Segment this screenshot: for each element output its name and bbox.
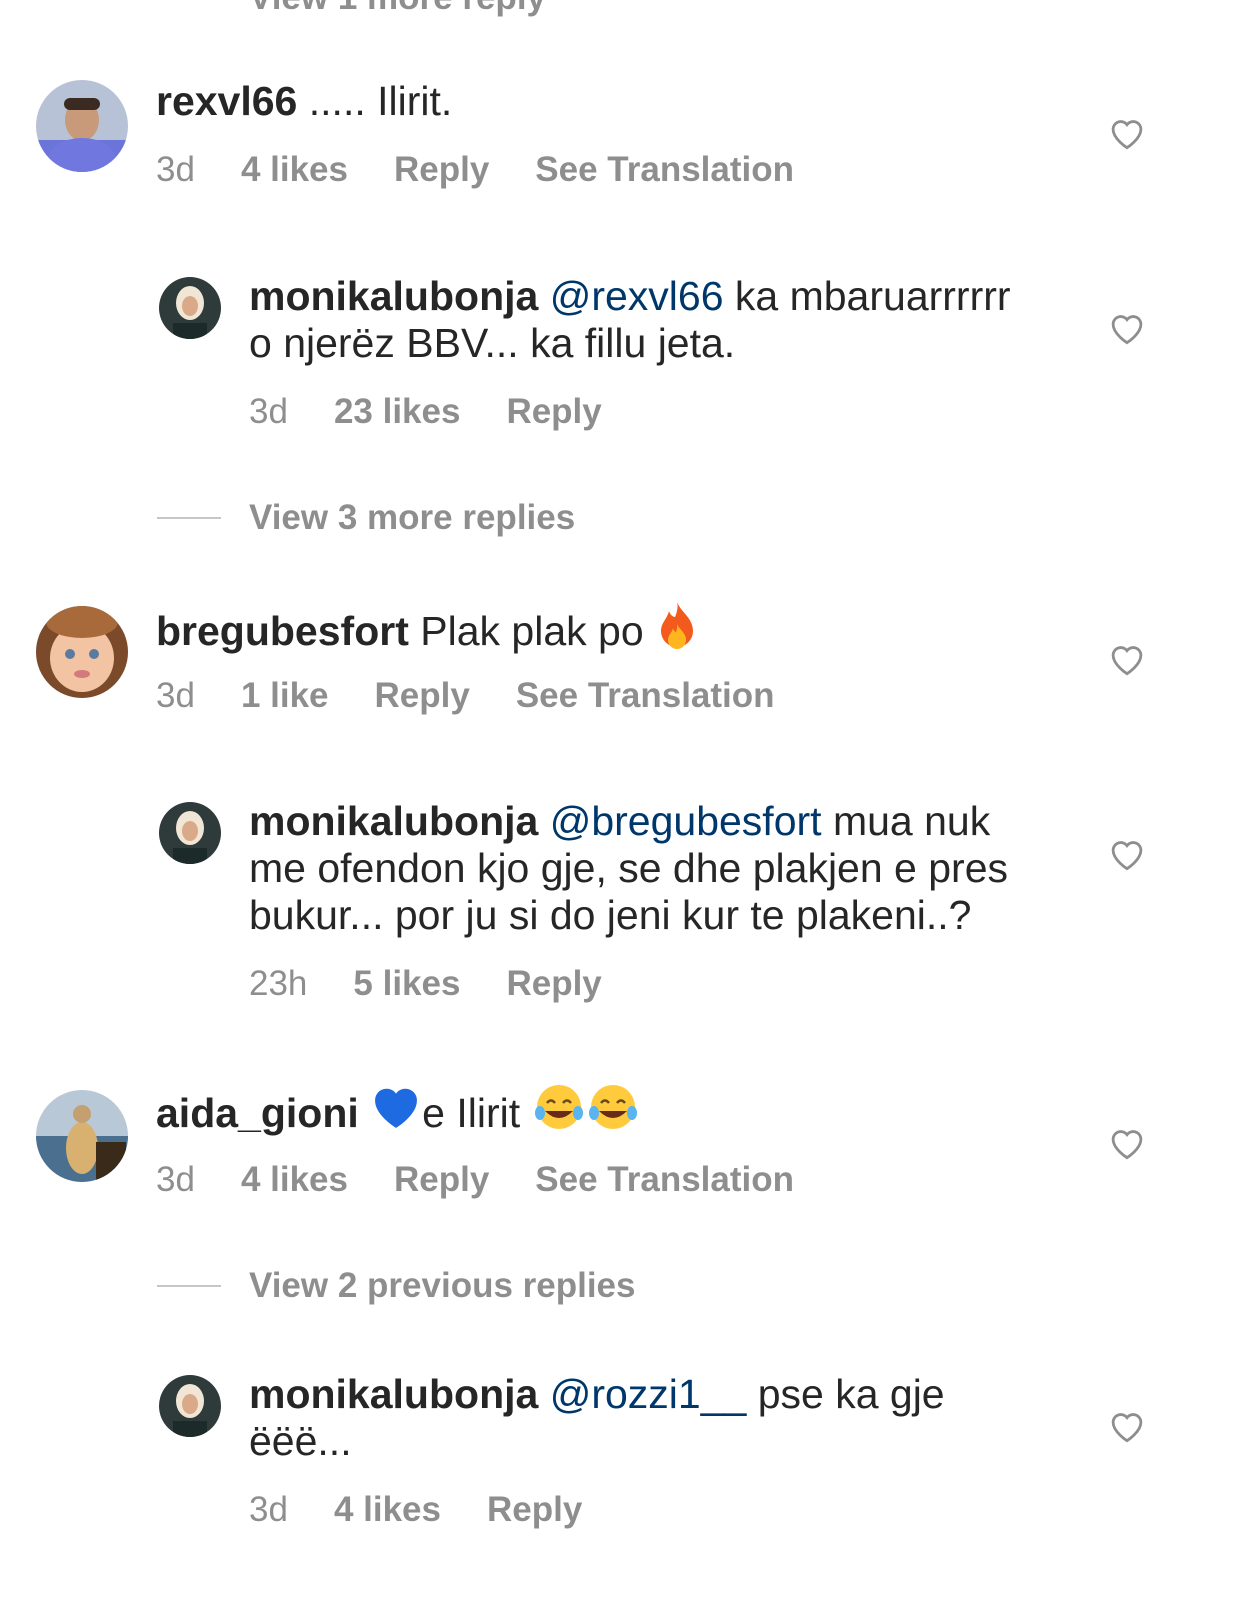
timestamp: 3d: [156, 1160, 195, 1199]
likes-count[interactable]: 23 likes: [334, 392, 461, 431]
view-previous-replies[interactable]: View 2 previous replies: [157, 1266, 636, 1306]
view-more-replies-partial[interactable]: View 1 more reply: [249, 0, 592, 18]
comment-text-line: ëëë...: [249, 1418, 352, 1464]
tears-of-joy-icon: [586, 1083, 640, 1141]
comment-text: aida_gioni e Ilirit: [156, 1084, 640, 1145]
comment-body: e Ilirit: [422, 1089, 521, 1136]
reply-button[interactable]: Reply: [394, 1160, 489, 1199]
comment-body: mua nuk: [821, 798, 991, 844]
mention-link[interactable]: @rexvl66: [550, 273, 724, 319]
avatar[interactable]: [36, 1090, 128, 1182]
like-heart-icon[interactable]: [1108, 1409, 1146, 1443]
see-translation-button[interactable]: See Translation: [516, 676, 775, 715]
timestamp: 23h: [249, 964, 308, 1003]
like-heart-icon[interactable]: [1108, 311, 1146, 345]
reply-button[interactable]: Reply: [375, 676, 470, 715]
avatar[interactable]: [36, 80, 128, 172]
divider-line: [157, 1285, 221, 1287]
timestamp: 3d: [156, 676, 195, 715]
blue-heart-icon: [370, 1084, 422, 1140]
comment-text-line: o njerëz BBV... ka fillu jeta.: [249, 320, 736, 366]
likes-count[interactable]: 4 likes: [241, 150, 348, 189]
see-translation-button[interactable]: See Translation: [535, 150, 794, 189]
comment-meta: 3d 4 likes Reply See Translation: [156, 150, 840, 190]
like-heart-icon[interactable]: [1108, 116, 1146, 150]
mention-link[interactable]: @bregubesfort: [550, 798, 822, 844]
comment-body: Plak plak po: [420, 607, 644, 654]
divider-line: [157, 517, 221, 519]
likes-count[interactable]: 5 likes: [353, 964, 460, 1003]
like-heart-icon[interactable]: [1108, 1126, 1146, 1160]
comment-text: bregubesfort Plak plak po: [156, 601, 699, 665]
fire-icon: [655, 599, 699, 661]
avatar[interactable]: [159, 277, 221, 339]
comment-meta: 23h 5 likes Reply: [249, 964, 648, 1004]
reply-button[interactable]: Reply: [506, 964, 601, 1003]
avatar[interactable]: [36, 606, 128, 698]
comment-body: ka mbaruarrrrrr: [723, 273, 1011, 319]
like-heart-icon[interactable]: [1108, 837, 1146, 871]
view-more-replies[interactable]: View 3 more replies: [157, 498, 575, 538]
comment-text: monikalubonja @rexvl66 ka mbaruarrrrrr: [249, 273, 1011, 320]
comment-text: monikalubonja @rozzi1__ pse ka gje: [249, 1371, 945, 1418]
timestamp: 3d: [156, 150, 195, 189]
timestamp: 3d: [249, 392, 288, 431]
comment-body: ..... Ilirit.: [308, 78, 453, 124]
username[interactable]: aida_gioni: [156, 1090, 359, 1136]
reply-button[interactable]: Reply: [506, 392, 601, 431]
comment-meta: 3d 4 likes Reply See Translation: [156, 1160, 840, 1200]
username[interactable]: monikalubonja: [249, 1371, 538, 1417]
like-heart-icon[interactable]: [1108, 642, 1146, 676]
likes-count[interactable]: 4 likes: [334, 1490, 441, 1529]
comment-text-line: bukur... por ju si do jeni kur te plaken…: [249, 892, 972, 938]
comment-text: rexvl66 ..... Ilirit.: [156, 78, 452, 125]
comment-meta: 3d 4 likes Reply: [249, 1490, 628, 1530]
timestamp: 3d: [249, 1490, 288, 1529]
reply-button[interactable]: Reply: [394, 150, 489, 189]
comment-body: pse ka gje: [746, 1371, 945, 1417]
avatar[interactable]: [159, 1375, 221, 1437]
comment-meta: 3d 23 likes Reply: [249, 392, 648, 432]
tears-of-joy-icon: [532, 1083, 586, 1141]
see-translation-button[interactable]: See Translation: [535, 1160, 794, 1199]
comment-meta: 3d 1 like Reply See Translation: [156, 676, 821, 716]
likes-count[interactable]: 4 likes: [241, 1160, 348, 1199]
avatar[interactable]: [159, 802, 221, 864]
mention-link[interactable]: @rozzi1__: [550, 1371, 747, 1417]
username[interactable]: monikalubonja: [249, 273, 538, 319]
reply-button[interactable]: Reply: [487, 1490, 582, 1529]
likes-count[interactable]: 1 like: [241, 676, 329, 715]
username[interactable]: monikalubonja: [249, 798, 538, 844]
username[interactable]: bregubesfort: [156, 608, 409, 654]
comment-text: monikalubonja @bregubesfort mua nuk: [249, 798, 990, 845]
comment-text-line: me ofendon kjo gje, se dhe plakjen e pre…: [249, 845, 1009, 891]
username[interactable]: rexvl66: [156, 78, 297, 124]
